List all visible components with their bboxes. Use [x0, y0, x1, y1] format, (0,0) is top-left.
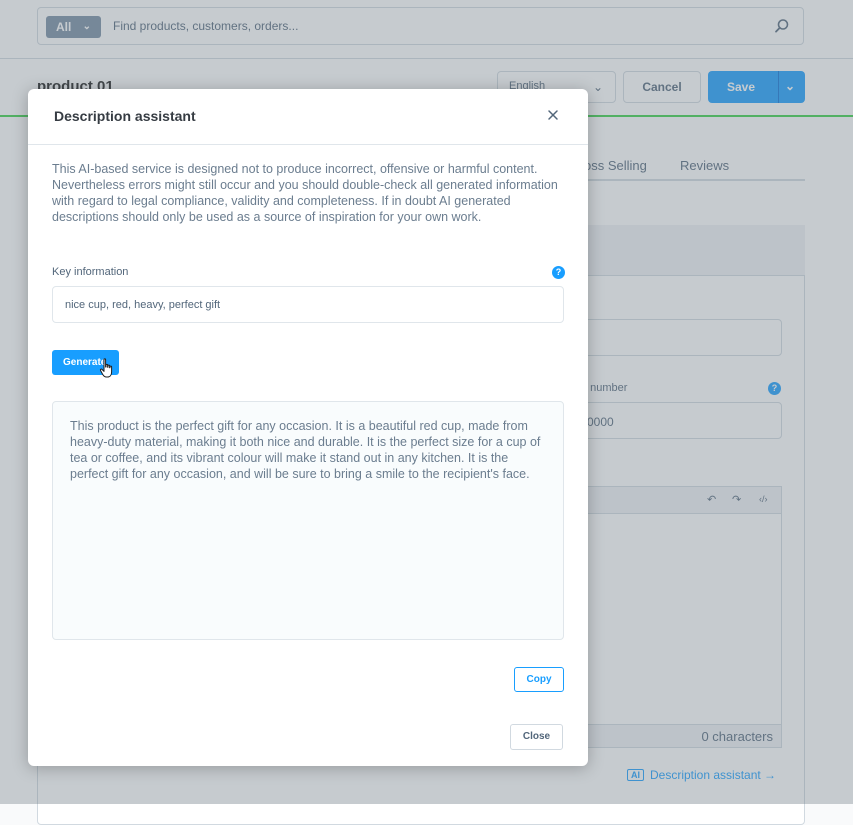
close-icon[interactable] [546, 108, 560, 122]
generated-description-text: This product is the perfect gift for any… [70, 419, 541, 481]
ai-disclaimer-text: This AI-based service is designed not to… [52, 162, 558, 224]
generated-description-box[interactable]: This product is the perfect gift for any… [52, 401, 564, 640]
copy-button[interactable]: Copy [514, 667, 564, 692]
description-assistant-modal: Description assistant This AI-based serv… [28, 89, 588, 766]
key-information-input[interactable] [52, 286, 564, 323]
close-button[interactable]: Close [510, 724, 563, 750]
key-information-label: Key information [52, 266, 129, 278]
help-icon[interactable]: ? [552, 266, 565, 279]
hand-pointer-icon [99, 358, 113, 378]
modal-title: Description assistant [54, 108, 196, 124]
modal-header: Description assistant [28, 89, 588, 145]
